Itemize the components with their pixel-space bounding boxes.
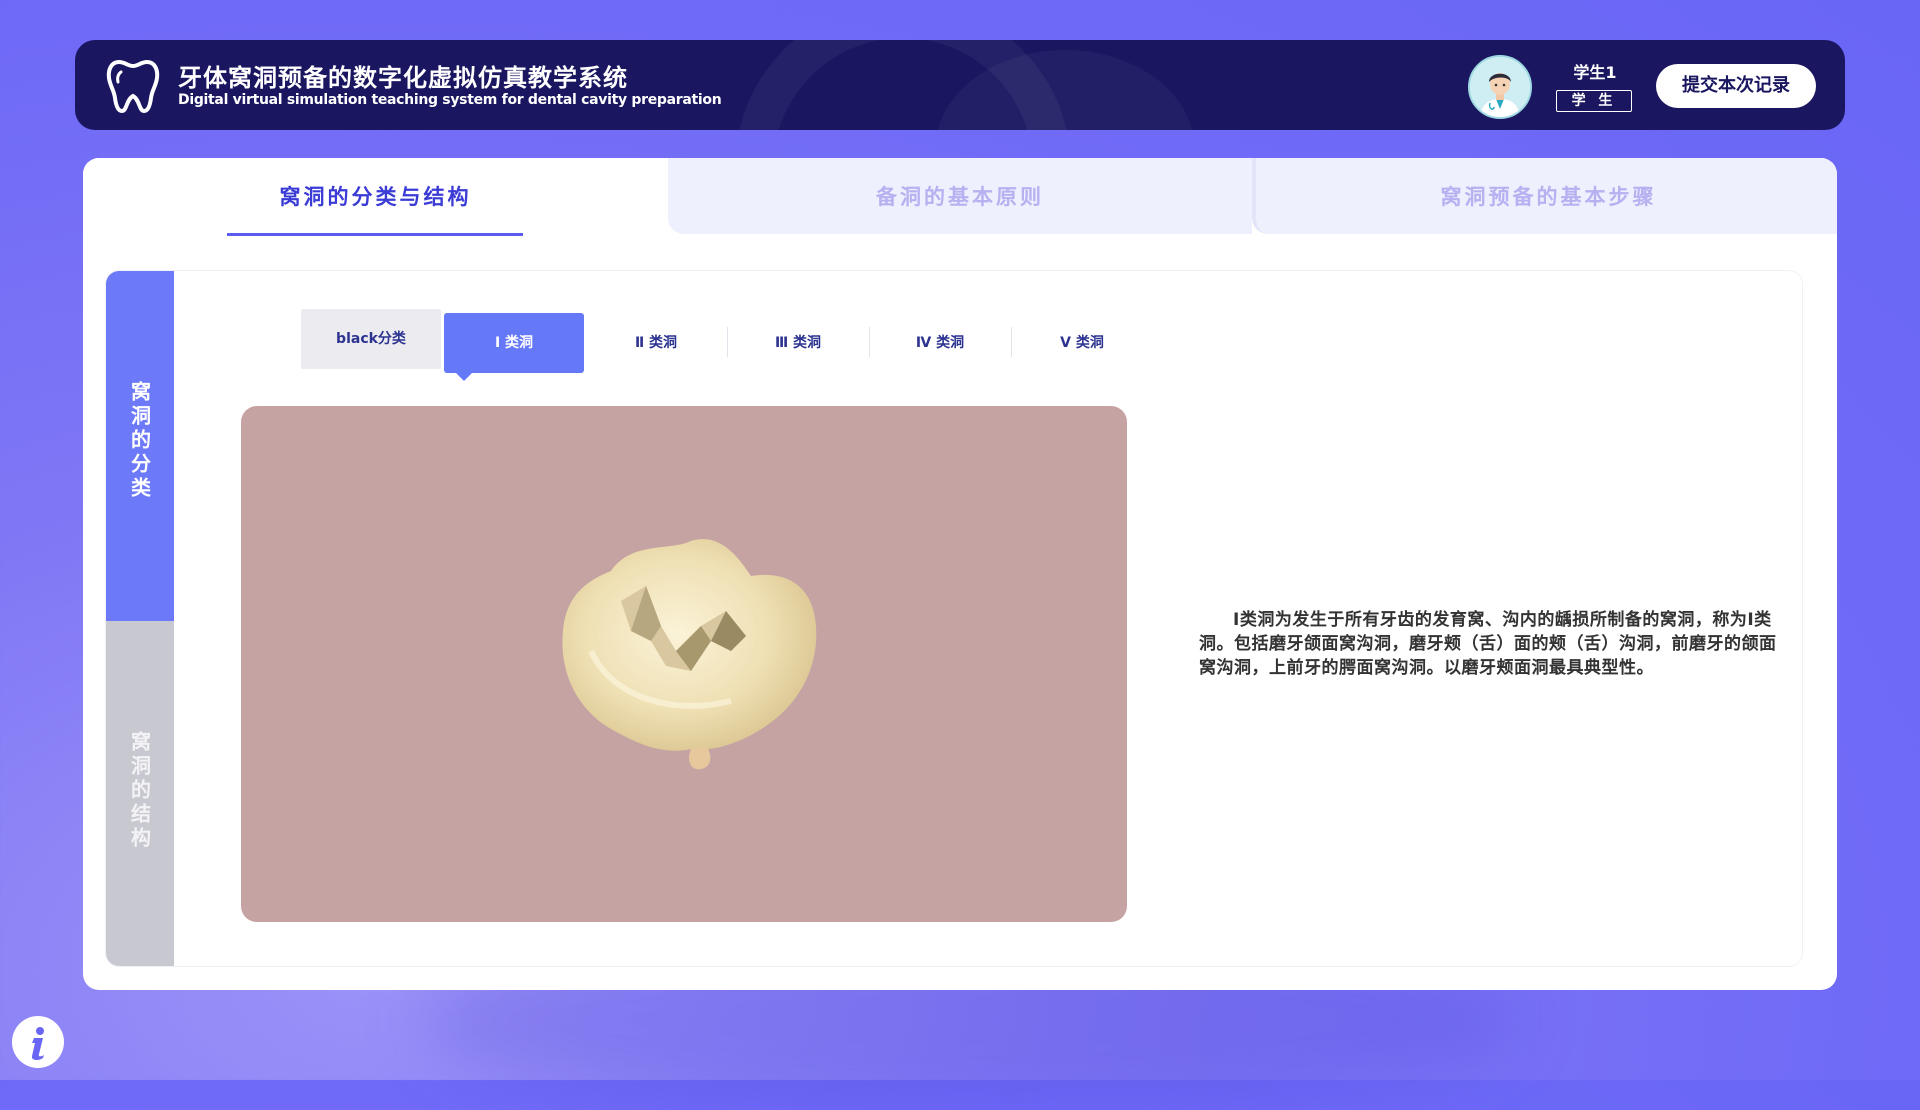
tab-label: 备洞的基本原则 xyxy=(876,185,1044,209)
side-item-label: 窝洞的分类 xyxy=(127,381,152,501)
side-nav: 窝洞的分类 窝洞的结构 xyxy=(106,271,174,966)
submit-record-button[interactable]: 提交本次记录 xyxy=(1656,64,1816,108)
subtab-class-4[interactable]: Ⅳ 类洞 xyxy=(870,313,1010,373)
subtab-class-2[interactable]: Ⅱ 类洞 xyxy=(586,313,726,373)
app-subtitle: Digital virtual simulation teaching syst… xyxy=(178,92,722,108)
tooth-logo-icon xyxy=(106,59,160,114)
subtab-class-5[interactable]: Ⅴ 类洞 xyxy=(1012,313,1152,373)
app-header: 牙体窝洞预备的数字化虚拟仿真教学系统 Digital virtual simul… xyxy=(75,40,1845,130)
tab-label: 窝洞预备的基本步骤 xyxy=(1440,185,1657,209)
avatar[interactable] xyxy=(1468,55,1532,119)
user-name: 学生1 xyxy=(1573,63,1617,82)
user-role-badge: 学 生 xyxy=(1556,90,1632,112)
doctor-avatar-icon xyxy=(1470,57,1530,117)
tab-preparation-principles[interactable]: 备洞的基本原则 xyxy=(668,158,1252,234)
content-area: 窝洞的分类 窝洞的结构 black分类 Ⅰ 类洞 Ⅱ 类洞 Ⅲ 类洞 Ⅳ 类洞 … xyxy=(105,270,1803,967)
subtab-class-3[interactable]: Ⅲ 类洞 xyxy=(728,313,868,373)
tooth-3d-viewer[interactable] xyxy=(241,406,1127,922)
tab-label: 窝洞的分类与结构 xyxy=(279,185,472,209)
info-button[interactable] xyxy=(12,1016,64,1068)
side-item-structure[interactable]: 窝洞的结构 xyxy=(106,621,174,966)
cavity-description: Ⅰ类洞为发生于所有牙齿的发育窝、沟内的龋损所制备的窝洞，称为Ⅰ类洞。包括磨牙颌面… xyxy=(1199,610,1777,678)
info-icon xyxy=(14,1018,62,1066)
tab-preparation-steps[interactable]: 窝洞预备的基本步骤 xyxy=(1252,158,1837,234)
side-item-classification[interactable]: 窝洞的分类 xyxy=(106,271,174,621)
active-tab-underline xyxy=(227,233,523,236)
side-item-label: 窝洞的结构 xyxy=(127,731,152,851)
tooth-model-image xyxy=(562,539,817,770)
tab-cavity-classification[interactable]: 窝洞的分类与结构 xyxy=(83,158,668,234)
app-title: 牙体窝洞预备的数字化虚拟仿真教学系统 xyxy=(178,64,628,92)
main-panel: 窝洞的分类与结构 备洞的基本原则 窝洞预备的基本步骤 窝洞的分类 窝洞的结构 b… xyxy=(83,158,1837,990)
black-classification-label: black分类 xyxy=(301,309,441,369)
subtab-class-1[interactable]: Ⅰ 类洞 xyxy=(444,313,584,381)
